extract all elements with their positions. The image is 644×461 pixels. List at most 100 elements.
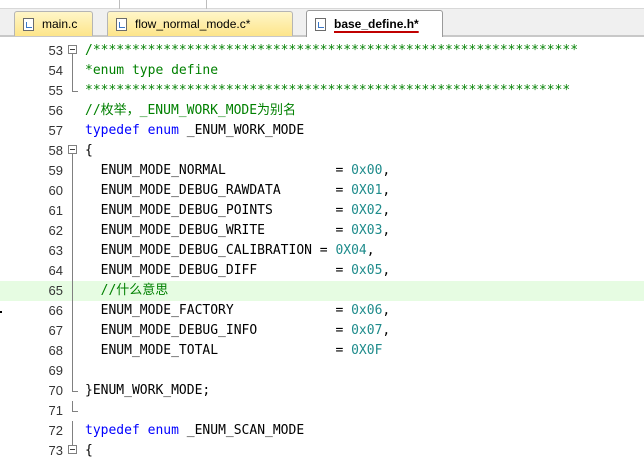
c-file-icon [116, 17, 127, 31]
h-file-icon [315, 17, 326, 31]
code-line[interactable]: 59 ENUM_MODE_NORMAL = 0x00, [0, 161, 644, 181]
code-line[interactable]: 61 ENUM_MODE_DEBUG_POINTS = 0X02, [0, 201, 644, 221]
code-token: { [85, 143, 93, 158]
code-token: ENUM_MODE_DEBUG_WRITE = [85, 223, 352, 238]
code-token: 0x06 [351, 303, 383, 318]
code-token: //什么意思 [85, 283, 169, 298]
code-text: ENUM_MODE_DEBUG_WRITE = 0X03, [85, 221, 391, 241]
code-line[interactable]: 72 typedef enum _ENUM_SCAN_MODE [0, 421, 644, 441]
code-line[interactable]: 56 //枚举，_ENUM_WORK_MODE为别名 [0, 101, 644, 121]
code-token: ENUM_MODE_DEBUG_DIFF = [85, 263, 352, 278]
line-number: 64 [48, 263, 63, 278]
code-token: , [382, 303, 391, 318]
code-token: , [382, 183, 391, 198]
line-number: 62 [48, 223, 63, 238]
code-text: ENUM_MODE_TOTAL = 0X0F [85, 341, 383, 361]
line-number: 60 [48, 183, 63, 198]
code-line[interactable]: 58 { [0, 141, 644, 161]
code-token: //枚举，_ENUM_WORK_MODE为别名 [85, 103, 297, 118]
code-line[interactable]: 54 *enum type define [0, 61, 644, 81]
tab-flow-normal-mode-c[interactable]: flow_normal_mode.c* [107, 11, 293, 36]
line-number: 59 [48, 163, 63, 178]
code-token: , [382, 223, 391, 238]
code-line[interactable]: 55 **************************************… [0, 81, 644, 101]
code-line[interactable]: 68 ENUM_MODE_TOTAL = 0X0F [0, 341, 644, 361]
code-text: //什么意思 [85, 281, 169, 301]
code-line[interactable]: 66 ENUM_MODE_FACTORY = 0x06, [0, 301, 644, 321]
code-line[interactable]: 62 ENUM_MODE_DEBUG_WRITE = 0X03, [0, 221, 644, 241]
line-number: 63 [48, 243, 63, 258]
line-number: 71 [48, 403, 63, 418]
code-text: typedef enum _ENUM_SCAN_MODE [85, 421, 304, 441]
code-token: , [366, 243, 375, 258]
code-line[interactable]: 71 [0, 401, 644, 421]
tab-base-define-h[interactable]: base_define.h* [306, 10, 443, 37]
code-line[interactable]: 60 ENUM_MODE_DEBUG_RAWDATA = 0X01, [0, 181, 644, 201]
code-token: ENUM_MODE_FACTORY = [85, 303, 352, 318]
code-text: ENUM_MODE_DEBUG_POINTS = 0X02, [85, 201, 391, 221]
code-line[interactable]: 57 typedef enum _ENUM_WORK_MODE [0, 121, 644, 141]
code-token: ENUM_MODE_DEBUG_CALIBRATION = [85, 243, 336, 258]
code-token: 0x00 [351, 163, 383, 178]
code-text: ENUM_MODE_DEBUG_RAWDATA = 0X01, [85, 181, 391, 201]
code-text: ENUM_MODE_NORMAL = 0x00, [85, 161, 391, 181]
code-token: enum [147, 423, 179, 438]
code-line[interactable]: 65 //什么意思 [0, 281, 644, 301]
code-token: 0x07 [351, 323, 383, 338]
fold-collapse-icon[interactable] [68, 145, 77, 154]
code-text: typedef enum _ENUM_WORK_MODE [85, 121, 304, 141]
code-text: ENUM_MODE_DEBUG_CALIBRATION = 0X04, [85, 241, 375, 261]
code-text: /***************************************… [85, 41, 578, 61]
code-token: typedef [85, 123, 140, 138]
tab-label: flow_normal_mode.c* [135, 17, 251, 31]
code-text: ENUM_MODE_DEBUG_INFO = 0x07, [85, 321, 391, 341]
code-token: _ENUM_SCAN_MODE [178, 423, 305, 438]
line-number: 58 [48, 143, 63, 158]
line-number: 72 [48, 423, 63, 438]
code-text: ENUM_MODE_FACTORY = 0x06, [85, 301, 391, 321]
code-line[interactable]: 73 { [0, 441, 644, 461]
code-line[interactable]: 70 }ENUM_WORK_MODE; [0, 381, 644, 401]
code-token: , [382, 163, 391, 178]
code-line[interactable]: 53 /*************************************… [0, 41, 644, 61]
code-token: ENUM_MODE_TOTAL = [85, 343, 352, 358]
code-text: { [85, 441, 93, 461]
code-text: { [85, 141, 93, 161]
fold-collapse-icon[interactable] [68, 45, 77, 54]
tab-main-c[interactable]: main.c [14, 11, 93, 36]
line-number: 55 [48, 83, 63, 98]
code-line[interactable]: 63 ENUM_MODE_DEBUG_CALIBRATION = 0X04, [0, 241, 644, 261]
code-token: ENUM_MODE_NORMAL = [85, 163, 352, 178]
fold-collapse-icon[interactable] [68, 445, 77, 454]
code-line[interactable]: 64 ENUM_MODE_DEBUG_DIFF = 0x05, [0, 261, 644, 281]
code-token: }ENUM_WORK_MODE; [85, 383, 211, 398]
line-number: 56 [48, 103, 63, 118]
line-number: 70 [48, 383, 63, 398]
line-number: 57 [48, 123, 63, 138]
line-number: 61 [48, 203, 63, 218]
code-token: ENUM_MODE_DEBUG_POINTS = [85, 203, 352, 218]
code-token: , [382, 203, 391, 218]
code-editor[interactable]: 73 { 72 typedef enum _ENUM_SCAN_MODE 71 70 }EN… [0, 41, 644, 458]
code-line[interactable]: 69 [0, 361, 644, 381]
line-number: 68 [48, 343, 63, 358]
code-token: ENUM_MODE_DEBUG_RAWDATA = [85, 183, 352, 198]
line-number: 67 [48, 323, 63, 338]
code-token: ENUM_MODE_DEBUG_INFO = [85, 323, 352, 338]
c-file-icon [23, 17, 34, 31]
tab-label: main.c [42, 17, 78, 31]
line-number: 54 [48, 63, 63, 78]
code-token: , [382, 263, 391, 278]
tab-label: base_define.h* [334, 17, 419, 31]
code-text: ENUM_MODE_DEBUG_DIFF = 0x05, [85, 261, 391, 281]
code-token: 0X03 [351, 223, 383, 238]
code-text: *enum type define [85, 61, 218, 81]
line-number: 66 [48, 303, 63, 318]
code-token: 0x05 [351, 263, 383, 278]
code-token: *enum type define [85, 63, 219, 78]
editor-tab-bar: main.c flow_normal_mode.c* base_define.h… [0, 0, 644, 37]
line-number: 65 [48, 283, 63, 298]
code-line[interactable]: 67 ENUM_MODE_DEBUG_INFO = 0x07, [0, 321, 644, 341]
